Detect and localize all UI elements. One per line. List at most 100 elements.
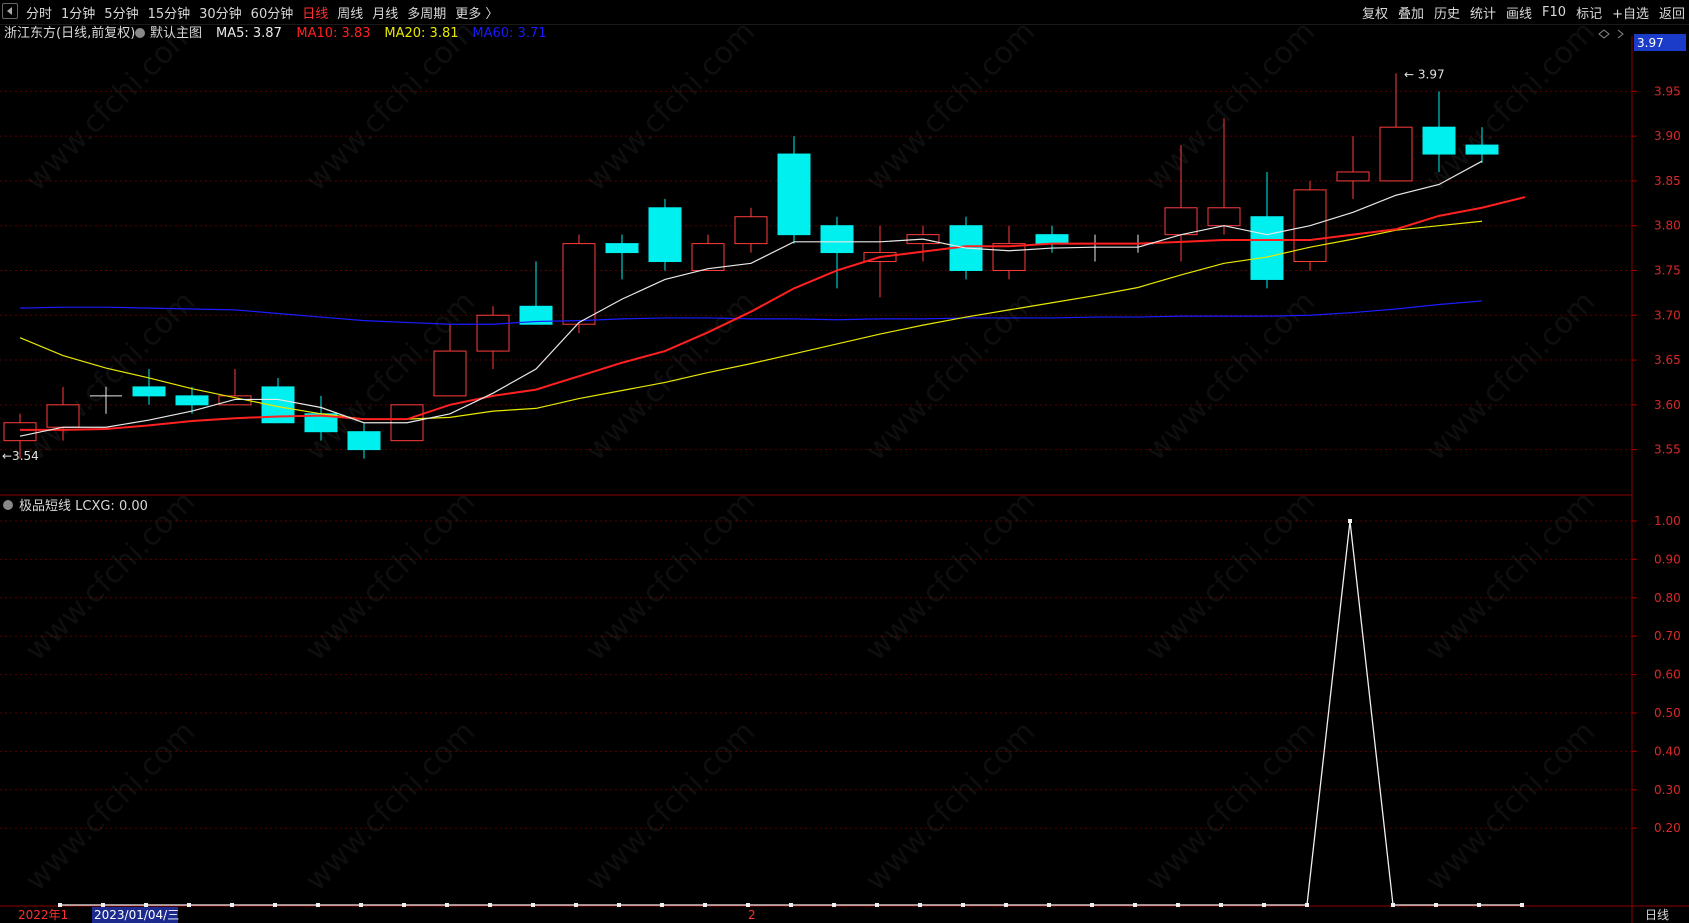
candle-up: [992, 243, 1026, 271]
lcxg-point: [1133, 903, 1137, 907]
candle-up: [433, 350, 467, 397]
current-price-text: 3.97: [1637, 36, 1664, 50]
price-tick-label: 3.75: [1654, 263, 1681, 277]
tab-8[interactable]: 月线: [372, 3, 398, 22]
sub-tick-label: 0.50: [1654, 706, 1681, 720]
watermark: www.cfchi.com: [578, 284, 762, 468]
candle-down: [347, 431, 381, 451]
watermark: www.cfchi.com: [1418, 284, 1602, 468]
candle-up: [1336, 171, 1370, 182]
lcxg-point: [1477, 903, 1481, 907]
watermark: www.cfchi.com: [858, 714, 1042, 898]
price-tick-label: 3.80: [1654, 219, 1681, 233]
tool-button-7[interactable]: +自选: [1612, 3, 1649, 22]
template-dropdown-icon: [135, 28, 145, 38]
candle-up: [562, 243, 596, 325]
ma-legend-2: MA20: 3.81: [384, 26, 458, 41]
watermark: www.cfchi.com: [298, 714, 482, 898]
lcxg-point: [1176, 903, 1180, 907]
ma-legend-3: MA60: 3.71: [472, 26, 546, 41]
watermark: www.cfchi.com: [1138, 24, 1322, 198]
lcxg-point: [1090, 903, 1094, 907]
candle-down: [777, 153, 811, 236]
tool-button-4[interactable]: 画线: [1506, 3, 1532, 22]
ma-legend-1: MA10: 3.83: [296, 26, 370, 41]
candle-down: [605, 243, 639, 254]
collapse-left-icon[interactable]: [2, 3, 18, 19]
sub-tick-label: 0.40: [1654, 744, 1681, 758]
top-toolbar: 分时 1分钟 5分钟 15分钟 30分钟 60分钟 日线 周线 月线 多周期 更多 〉 复权 叠加 历史…: [0, 0, 1689, 25]
period-tabs: 分时 1分钟 5分钟 15分钟 30分钟 60分钟 日线 周线 月线 多周期 更多 〉: [26, 0, 507, 24]
candle-up: [46, 404, 80, 428]
sub-tick-label: 0.60: [1654, 668, 1681, 682]
candle-down: [132, 386, 166, 397]
price-tick-label: 3.65: [1654, 353, 1681, 367]
kline-chart[interactable]: 3.95 3.90 3.85 3.80 3.75 3.70 3.65 3.60 3.55 1.00…: [0, 24, 1689, 923]
watermark: www.cfchi.com: [1138, 484, 1322, 668]
tool-button-1[interactable]: 叠加: [1398, 3, 1424, 22]
sub-tick-label: 0.90: [1654, 552, 1681, 566]
time-marker: 2: [748, 908, 756, 922]
stock-title: 浙江东方(日线,前复权): [4, 25, 135, 41]
watermark: www.cfchi.com: [1418, 714, 1602, 898]
tool-button-2[interactable]: 历史: [1434, 3, 1460, 22]
price-tick-label: 3.55: [1654, 443, 1681, 457]
sub-tick-label: 0.30: [1654, 783, 1681, 797]
tab-2[interactable]: 5分钟: [104, 3, 138, 22]
lcxg-point: [746, 903, 750, 907]
lcxg-point: [187, 903, 191, 907]
date-label: 2023/01/04/三: [94, 908, 179, 922]
sub-tick-label: 0.20: [1654, 821, 1681, 835]
tab-3[interactable]: 15分钟: [148, 3, 191, 22]
watermark: www.cfchi.com: [578, 714, 762, 898]
watermark: www.cfchi.com: [298, 484, 482, 668]
indicator-title: 极品短线 LCXG: 0.00: [19, 499, 148, 514]
lcxg-point: [1004, 903, 1008, 907]
tab-4[interactable]: 30分钟: [199, 3, 242, 22]
watermark: www.cfchi.com: [858, 24, 1042, 198]
candle-down: [648, 207, 682, 263]
watermark: www.cfchi.com: [858, 484, 1042, 668]
candle-down: [1250, 216, 1284, 280]
tab-7[interactable]: 周线: [337, 3, 363, 22]
watermark: www.cfchi.com: [1418, 24, 1602, 198]
lcxg-point: [1262, 903, 1266, 907]
lcxg-point: [1305, 903, 1309, 907]
tool-button-5[interactable]: F10: [1542, 5, 1566, 20]
tab-5[interactable]: 60分钟: [251, 3, 294, 22]
price-tick-label: 3.95: [1654, 84, 1681, 98]
lcxg-point: [488, 903, 492, 907]
lcxg-point: [1348, 519, 1352, 523]
lcxg-point: [918, 903, 922, 907]
candle-up: [734, 216, 768, 245]
tab-9[interactable]: 多周期: [407, 3, 446, 22]
lcxg-point: [101, 903, 105, 907]
lcxg-point: [1520, 903, 1524, 907]
lcxg-point: [316, 903, 320, 907]
tool-button-6[interactable]: 标记: [1576, 3, 1602, 22]
tool-button-0[interactable]: 复权: [1362, 3, 1388, 22]
lcxg-point: [1391, 903, 1395, 907]
lcxg-point: [1047, 903, 1051, 907]
watermark: www.cfchi.com: [858, 284, 1042, 468]
tool-button-8[interactable]: 返回: [1659, 3, 1685, 22]
candle-up: [1379, 126, 1413, 182]
tool-button-3[interactable]: 统计: [1470, 3, 1496, 22]
price-tick-label: 3.70: [1654, 308, 1681, 322]
lcxg-point: [273, 903, 277, 907]
lcxg-point: [402, 903, 406, 907]
tab-0[interactable]: 分时: [26, 3, 52, 22]
period-label: 日线: [1645, 908, 1669, 922]
sub-tick-label: 1.00: [1654, 514, 1681, 528]
watermark: www.cfchi.com: [298, 24, 482, 198]
watermark: www.cfchi.com: [1138, 284, 1322, 468]
tab-10[interactable]: 更多 〉: [455, 3, 498, 22]
watermark: www.cfchi.com: [18, 24, 202, 198]
candle-up: [3, 422, 37, 442]
watermark: www.cfchi.com: [18, 714, 202, 898]
lcxg-point: [1434, 903, 1438, 907]
lcxg-point: [617, 903, 621, 907]
tab-1[interactable]: 1分钟: [61, 3, 95, 22]
tab-6[interactable]: 日线: [302, 3, 328, 22]
watermark: www.cfchi.com: [578, 24, 762, 198]
